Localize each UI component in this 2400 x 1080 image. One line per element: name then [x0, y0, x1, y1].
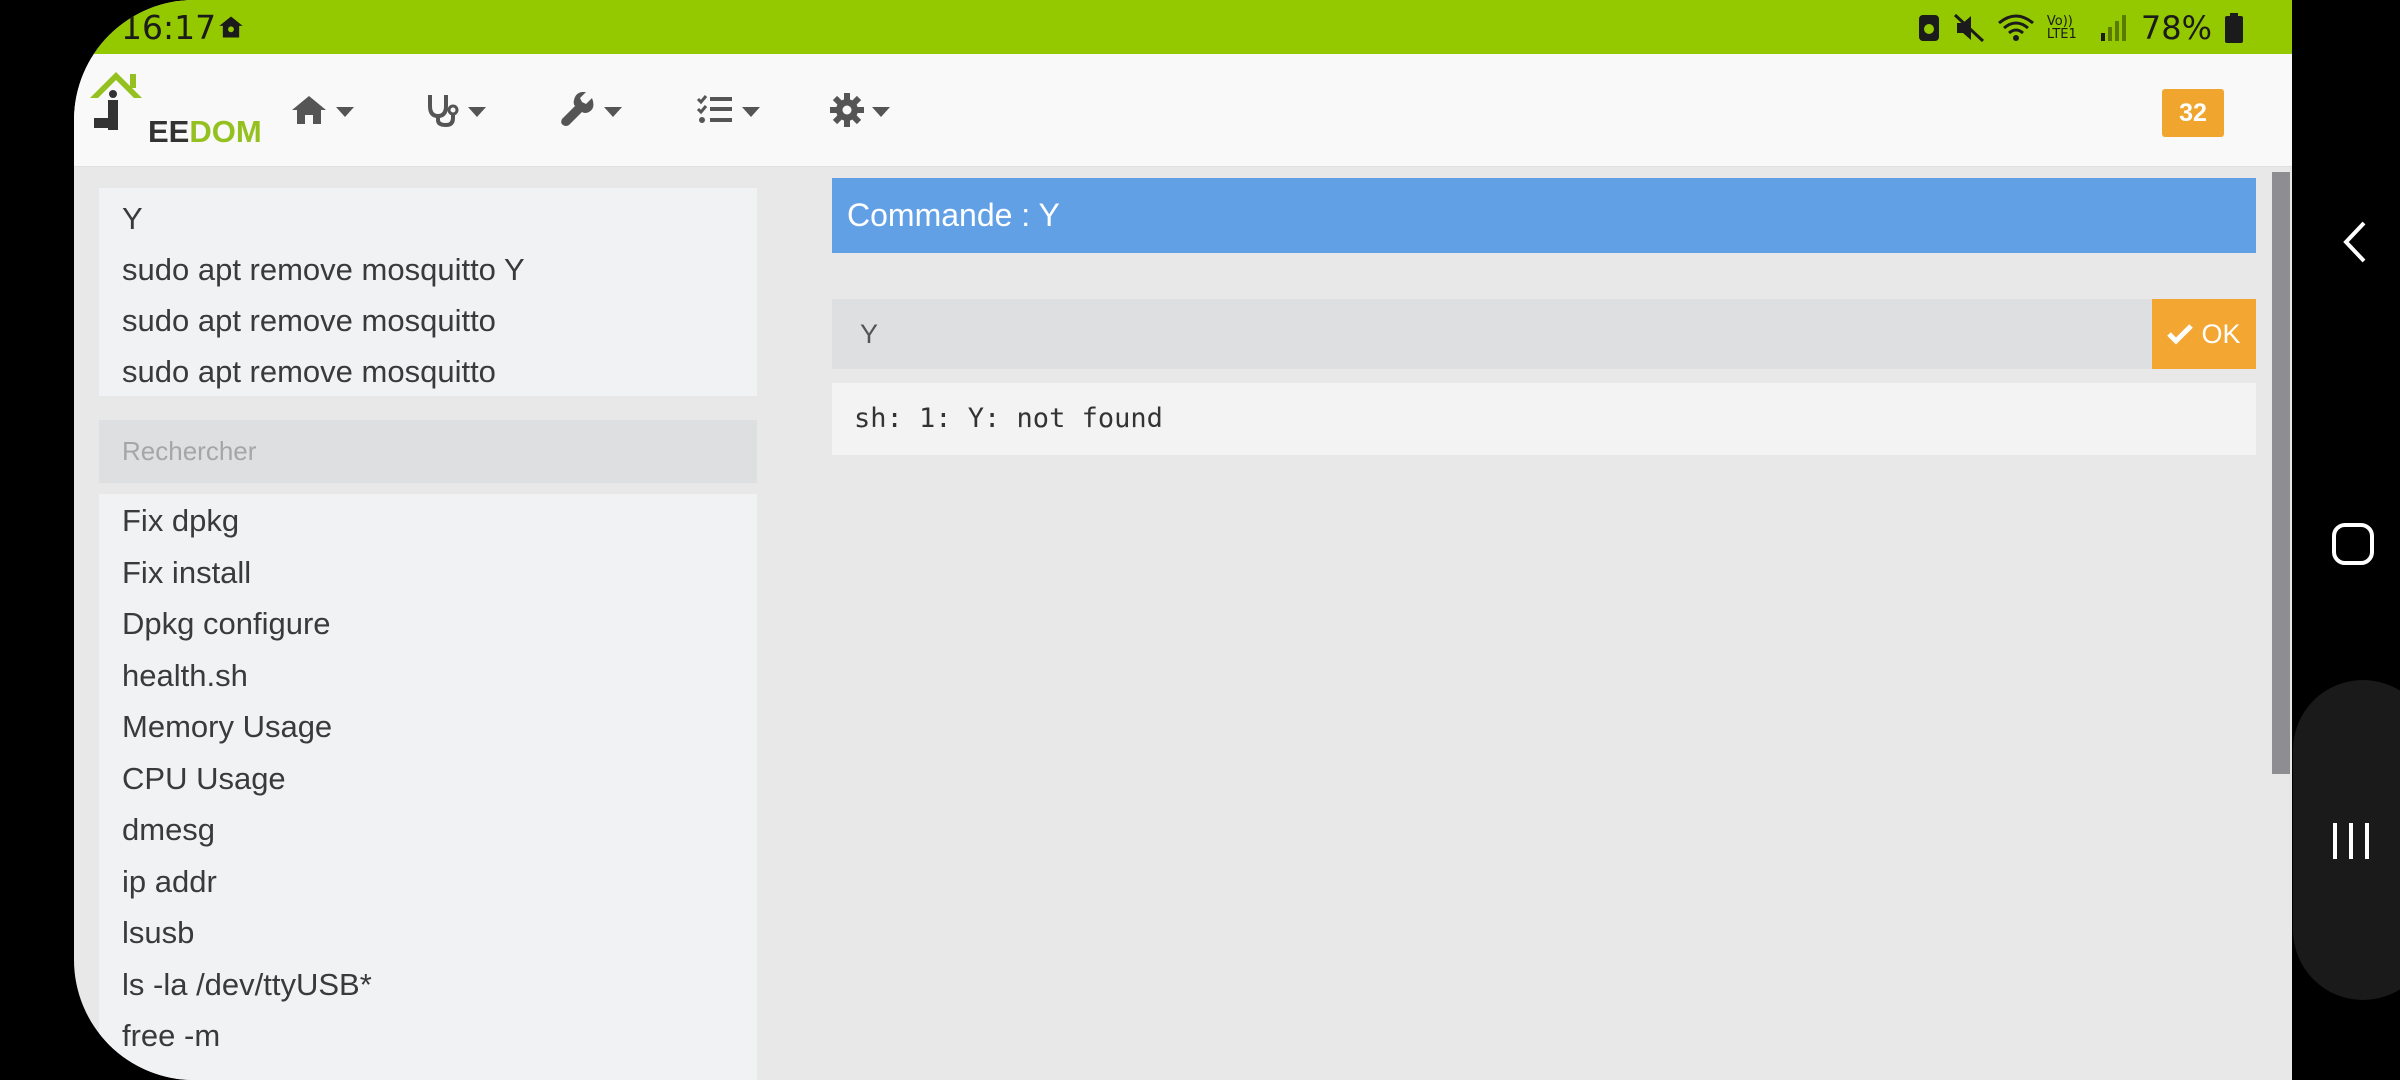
battery-icon	[2225, 13, 2243, 43]
top-navbar: EEDOM 32	[74, 54, 2292, 167]
status-icons: Vo)) LTE1 78%	[1917, 8, 2244, 48]
history-item[interactable]: sudo apt remove mosquitto Y	[122, 252, 525, 288]
chevron-down-icon	[468, 107, 486, 117]
command-item[interactable]: Fix install	[122, 555, 251, 591]
history-item[interactable]: Y	[122, 201, 143, 237]
home-status-icon	[219, 16, 243, 38]
phone-screen: 16:17 Vo)) LTE1 78% EEDOM 32 Y sudo apt …	[74, 0, 2292, 1080]
logo-house-icon	[90, 72, 142, 130]
wifi-icon	[1997, 14, 2034, 41]
ok-button-label: OK	[2201, 318, 2241, 349]
signal-icon	[2100, 15, 2126, 41]
logo-text-green: DOM	[189, 114, 262, 149]
notification-badge[interactable]: 32	[2162, 89, 2224, 137]
recents-icon	[2333, 823, 2369, 859]
status-bar: 16:17 Vo)) LTE1 78%	[74, 0, 2292, 54]
nav-tools-menu[interactable]	[560, 92, 622, 128]
command-item[interactable]: Fix dpkg	[122, 503, 239, 539]
chevron-down-icon	[336, 107, 354, 117]
command-item[interactable]: free -m	[122, 1018, 220, 1054]
command-output: sh: 1: Y: not found	[832, 383, 2256, 455]
back-icon[interactable]	[2336, 217, 2376, 267]
command-item[interactable]: ls -la /dev/ttyUSB*	[122, 967, 372, 1003]
status-time: 16:17	[121, 8, 217, 47]
stethoscope-icon	[428, 95, 459, 128]
nav-settings-menu[interactable]	[830, 92, 890, 128]
command-history-list: Y sudo apt remove mosquitto Y sudo apt r…	[99, 188, 757, 396]
ok-button[interactable]: OK	[2152, 299, 2256, 369]
command-item[interactable]: health.sh	[122, 658, 248, 694]
home-nav-icon[interactable]	[2330, 521, 2376, 567]
command-item[interactable]: Memory Usage	[122, 709, 332, 745]
history-item[interactable]: sudo apt remove mosquitto	[122, 354, 496, 390]
command-input[interactable]	[832, 299, 2152, 369]
search-input[interactable]	[99, 420, 757, 483]
jeedom-logo[interactable]: EEDOM	[86, 68, 262, 149]
history-item[interactable]: sudo apt remove mosquitto	[122, 303, 496, 339]
preset-commands-list: Fix dpkg Fix install Dpkg configure heal…	[99, 494, 757, 1080]
gear-icon	[830, 93, 864, 127]
chevron-down-icon	[872, 107, 890, 117]
logo-text: EEDOM	[148, 114, 262, 150]
command-item[interactable]: CPU Usage	[122, 761, 286, 797]
logo-text-dark: EE	[148, 114, 190, 149]
battery-percent: 78%	[2140, 9, 2212, 47]
mute-icon	[1953, 13, 1984, 43]
command-item[interactable]: Dpkg configure	[122, 606, 331, 642]
home-icon	[292, 96, 326, 124]
recents-button-area[interactable]	[2293, 680, 2400, 1000]
nav-home-menu[interactable]	[290, 92, 354, 128]
command-item[interactable]: lsusb	[122, 915, 194, 951]
wrench-icon	[561, 92, 594, 126]
nav-health-menu[interactable]	[424, 92, 486, 128]
chevron-down-icon	[604, 107, 622, 117]
command-item[interactable]: ip addr	[122, 864, 217, 900]
sim-icon	[1918, 15, 1939, 41]
nav-tasks-menu[interactable]	[696, 92, 760, 128]
command-item[interactable]: dmesg	[122, 812, 215, 848]
chevron-down-icon	[742, 107, 760, 117]
scrollbar-thumb[interactable]	[2272, 172, 2290, 774]
tasks-icon	[696, 95, 732, 123]
volte-icon: Vo)) LTE1	[2046, 14, 2077, 42]
command-header: Commande : Y	[832, 178, 2256, 253]
screen: 16:17 Vo)) LTE1 78% EEDOM 32 Y sudo apt …	[0, 0, 2400, 1080]
check-icon	[2167, 324, 2194, 345]
